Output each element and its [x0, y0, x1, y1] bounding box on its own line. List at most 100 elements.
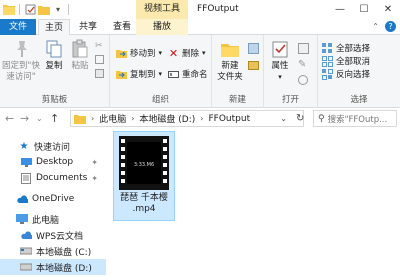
- rename-icon: [168, 70, 179, 78]
- address-bar: ← → ⌄ ↑ › 此电脑 › 本地磁盘 (D:) › FFOutput ⌄ ↻…: [0, 108, 400, 129]
- close-button[interactable]: ✕: [376, 0, 400, 19]
- clipboard-group: 固定到"快速访问" 复制 粘贴 ✂ 剪贴板: [0, 35, 110, 108]
- tab-share[interactable]: 共享: [72, 19, 104, 35]
- copy-icon: [46, 40, 62, 58]
- invert-selection-button[interactable]: 反向选择: [322, 68, 370, 80]
- breadcrumb-drive-d[interactable]: 本地磁盘 (D:): [139, 112, 195, 125]
- select-all-icon: [322, 42, 332, 53]
- back-icon[interactable]: ←: [5, 112, 14, 125]
- copy-button[interactable]: 复制: [43, 39, 65, 72]
- nav-quick-access[interactable]: ★ 快速访问: [0, 138, 106, 154]
- folder-icon: [3, 3, 15, 15]
- cloud-icon: [16, 193, 28, 205]
- breadcrumb-ffoutput[interactable]: FFOutput: [208, 114, 250, 124]
- title-bar: ▾ 视频工具 FFOutput — ☐ ✕: [0, 0, 400, 19]
- drive-icon: [20, 245, 32, 257]
- maximize-button[interactable]: ☐: [352, 0, 376, 19]
- new-group: 新建 文件夹 新建: [212, 35, 264, 108]
- nav-wps[interactable]: WPS云文档: [0, 227, 106, 243]
- new-folder-icon: [221, 44, 239, 57]
- nav-drive-d[interactable]: 本地磁盘 (D:): [0, 259, 106, 275]
- select-none-icon: [322, 55, 333, 67]
- ribbon-tabs: 文件 主页 共享 查看 播放 ⌃ ?: [0, 19, 400, 36]
- tab-file[interactable]: 文件: [0, 19, 36, 35]
- open-group: 属性 ▾ ✎ 打开: [264, 35, 318, 108]
- new-folder-qat-icon[interactable]: [38, 3, 50, 15]
- move-to-icon: [116, 49, 127, 58]
- documents-icon: [20, 172, 32, 184]
- pin-icon: [17, 41, 27, 57]
- file-list: 3:33.M6 琵琶 千本樱 .mp4: [106, 129, 400, 280]
- refresh-icon[interactable]: ↻: [296, 113, 304, 124]
- chevron-up-icon[interactable]: ⌃: [372, 22, 379, 31]
- delete-button[interactable]: ✕ 删除 ▾: [168, 46, 206, 60]
- paste-icon: [72, 39, 88, 58]
- paste-shortcut-icon[interactable]: [95, 69, 104, 78]
- navigation-pane: ★ 快速访问 Desktop ✦ Documents ✦ OneDrive 此电…: [0, 129, 106, 280]
- history-icon[interactable]: [298, 75, 308, 85]
- properties-qat-icon[interactable]: [24, 3, 36, 15]
- clipboard-group-label: 剪贴板: [41, 95, 68, 105]
- quick-access-toolbar: ▾: [3, 3, 71, 15]
- up-icon[interactable]: ↑: [50, 112, 59, 125]
- computer-icon: [16, 213, 28, 225]
- nav-drive-c[interactable]: 本地磁盘 (C:): [0, 243, 106, 259]
- pin-icon[interactable]: ✦: [91, 158, 98, 167]
- new-group-label: 新建: [228, 95, 246, 105]
- select-none-button[interactable]: 全部取消: [322, 55, 370, 67]
- nav-desktop[interactable]: Desktop ✦: [0, 154, 106, 170]
- tab-view[interactable]: 查看: [106, 19, 138, 35]
- breadcrumb[interactable]: › 此电脑 › 本地磁盘 (D:) › FFOutput ⌄: [70, 110, 304, 127]
- easy-access-icon[interactable]: [248, 61, 259, 70]
- rename-button[interactable]: 重命名: [168, 68, 208, 80]
- nav-this-pc[interactable]: 此电脑: [0, 211, 106, 227]
- new-folder-button[interactable]: 新建 文件夹: [216, 39, 244, 83]
- minimize-button[interactable]: —: [328, 0, 352, 19]
- nav-documents[interactable]: Documents ✦: [0, 170, 106, 186]
- select-group-label: 选择: [350, 95, 368, 105]
- pin-to-quick-access-button[interactable]: 固定到"快速访问": [2, 39, 40, 83]
- forward-icon[interactable]: →: [20, 112, 29, 125]
- ribbon: 固定到"快速访问" 复制 粘贴 ✂ 剪贴板 移动到▾ 复制到▾ ✕ 删除▾: [0, 35, 400, 108]
- thumbnail-text: 3:33.M6: [134, 162, 154, 168]
- properties-icon: [272, 41, 288, 58]
- search-icon: ⚲: [318, 113, 325, 124]
- search-input[interactable]: ⚲ 搜索"FFOutp...: [313, 110, 397, 127]
- properties-button[interactable]: 属性 ▾: [268, 39, 292, 83]
- nav-onedrive[interactable]: OneDrive: [0, 191, 106, 207]
- organize-group: 移动到 ▾ 复制到 ▾ ✕ 删除 ▾ 重命名 组织: [110, 35, 212, 108]
- file-name: 琵琶 千本樱 .mp4: [120, 193, 168, 214]
- organize-group-label: 组织: [151, 95, 169, 105]
- desktop-icon: [20, 156, 32, 168]
- cut-icon[interactable]: ✂: [95, 41, 103, 51]
- drive-icon: [20, 261, 32, 273]
- star-icon: ★: [19, 140, 29, 152]
- tab-play[interactable]: 播放: [136, 19, 188, 35]
- select-all-button[interactable]: 全部选择: [322, 42, 370, 54]
- move-to-button[interactable]: 移动到 ▾: [116, 47, 162, 59]
- customize-qat-icon[interactable]: ▾: [52, 3, 64, 15]
- delete-icon: ✕: [168, 46, 179, 60]
- tab-home[interactable]: 主页: [38, 19, 70, 36]
- copy-to-icon: [116, 70, 127, 79]
- pin-icon[interactable]: ✦: [91, 174, 98, 183]
- address-dropdown-icon[interactable]: ⌄: [280, 114, 287, 123]
- new-item-icon[interactable]: [248, 43, 259, 54]
- copy-to-button[interactable]: 复制到 ▾: [116, 68, 162, 80]
- copy-path-icon[interactable]: [95, 55, 104, 64]
- breadcrumb-this-pc[interactable]: 此电脑: [99, 112, 126, 125]
- window-title: FFOutput: [197, 4, 239, 14]
- file-item[interactable]: 3:33.M6 琵琶 千本樱 .mp4: [113, 131, 175, 221]
- edit-icon[interactable]: ✎: [298, 59, 306, 70]
- wps-cloud-icon: [20, 229, 32, 241]
- invert-selection-icon: [322, 68, 333, 80]
- select-group: 全部选择 全部取消 反向选择 选择: [318, 35, 400, 108]
- context-tab-header: 视频工具: [136, 0, 188, 19]
- recent-locations-icon[interactable]: ⌄: [36, 114, 43, 123]
- folder-icon: [74, 114, 86, 124]
- open-icon[interactable]: [298, 43, 309, 54]
- video-thumbnail: 3:33.M6: [119, 136, 169, 190]
- help-icon[interactable]: ?: [385, 21, 396, 32]
- paste-button[interactable]: 粘贴: [69, 39, 91, 72]
- open-group-label: 打开: [281, 95, 299, 105]
